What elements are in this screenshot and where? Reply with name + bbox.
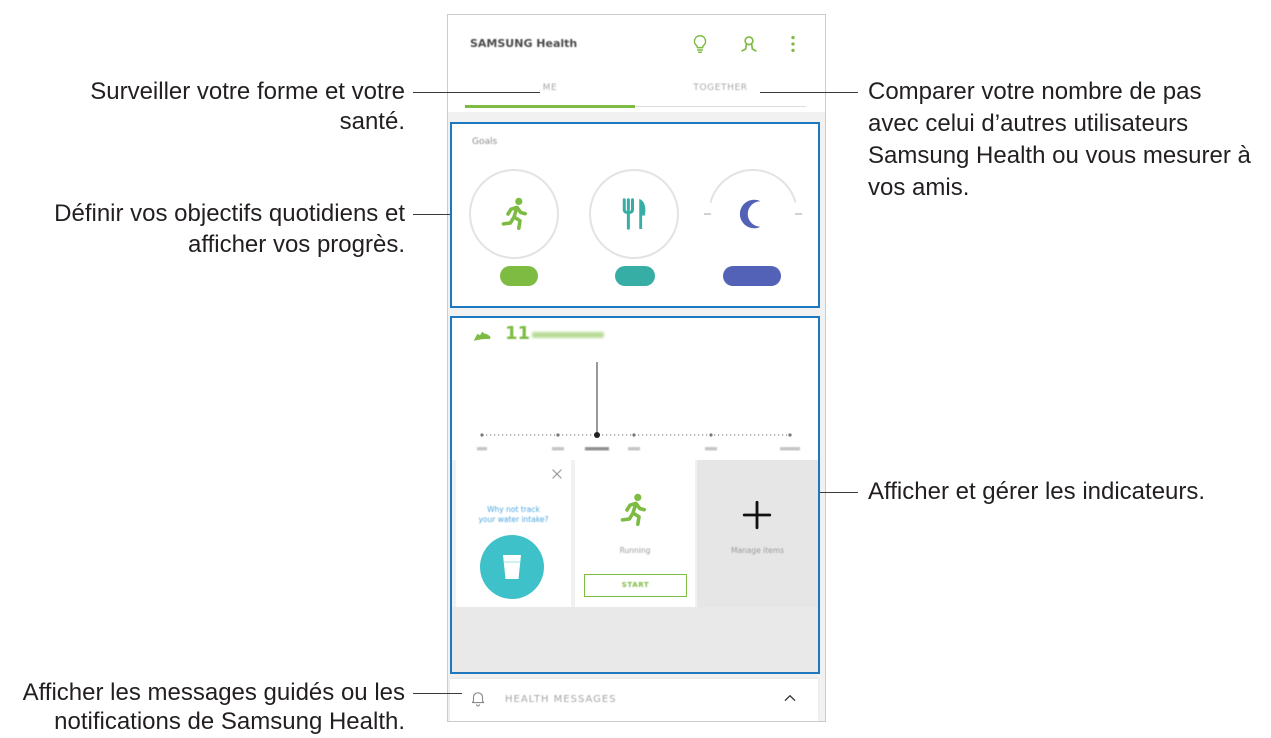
leader-line-goals [413, 214, 450, 215]
health-messages-label: HEALTH MESSAGES [505, 694, 617, 705]
tab-divider [635, 106, 806, 107]
callout-trackers-line-1: Afficher et gérer les indicateurs. [868, 478, 1206, 505]
phone-screen: SAMSUNG Health ME TOGETHER Goals 11 Why … [447, 14, 826, 722]
callout-track-line-1: Surveiller votre forme et votre [90, 78, 405, 105]
callout-compare-line-1: Comparer votre nombre de pas [868, 78, 1202, 105]
callout-compare-line-4: vos amis. [868, 174, 970, 201]
bell-icon [471, 692, 485, 707]
callout-compare-line-2: avec celui d’autres utilisateurs [868, 110, 1189, 137]
manual-figure: Surveiller votre forme et votre santé. D… [0, 0, 1271, 738]
lightbulb-icon[interactable] [689, 33, 711, 55]
leader-line-trackers [820, 492, 858, 493]
more-options-icon[interactable] [782, 33, 804, 55]
health-messages-bar[interactable]: HEALTH MESSAGES [450, 679, 818, 721]
active-tab-indicator [465, 105, 635, 108]
app-header [448, 15, 825, 112]
highlight-trackers [450, 316, 820, 674]
highlight-goals [450, 122, 820, 308]
callout-messages-line-1: Afficher les messages guidés ou les [22, 679, 405, 706]
callout-goals-line-2: afficher vos progrès. [188, 231, 405, 258]
tab-me[interactable]: ME [465, 80, 635, 96]
callout-messages-line-2: notifications de Samsung Health. [54, 708, 405, 735]
callout-compare-line-3: Samsung Health ou vous mesurer à [868, 142, 1251, 169]
together-icon[interactable] [738, 33, 760, 55]
leader-line-compare [760, 92, 858, 93]
callout-goals-line-1: Définir vos objectifs quotidiens et [54, 200, 405, 227]
leader-line-messages [413, 693, 462, 694]
leader-line-track [413, 92, 540, 93]
tab-together[interactable]: TOGETHER [635, 80, 806, 96]
app-title: SAMSUNG Health [470, 37, 578, 50]
callout-track-line-2: santé. [339, 108, 405, 135]
chevron-up-icon[interactable] [782, 690, 798, 706]
